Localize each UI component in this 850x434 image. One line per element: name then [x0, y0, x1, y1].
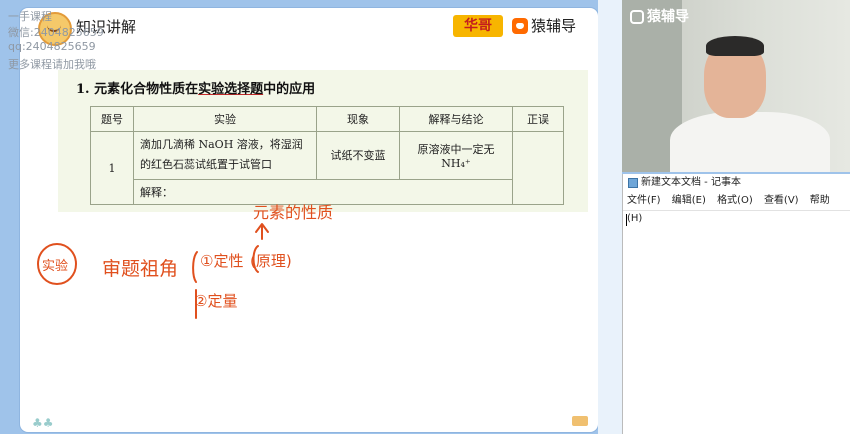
table-header-row: 题号 实验 现象 解释与结论 正误 [90, 106, 564, 132]
yuanfudao-logo-icon [512, 18, 528, 34]
teacher-shirt [670, 112, 830, 172]
pen-tool-icon[interactable] [572, 416, 588, 426]
watermark-line-2: 微信:2404825659 [8, 26, 104, 39]
question-table: 题号 实验 现象 解释与结论 正误 1 滴加几滴稀 NaOH 溶液，将湿润的红色… [90, 106, 564, 206]
row-conclusion: 原溶液中一定无 NH₄⁺ [399, 131, 513, 180]
watermark-line-3: qq:2404825659 [8, 40, 96, 53]
teacher-video: 猿辅导 [622, 0, 850, 172]
question-title-underlined: 实验选择题 [198, 82, 264, 97]
board-bottom-bar: ♣♣ [20, 414, 598, 432]
question-title: 1. 元素化合物性质在实验选择题中的应用 [76, 82, 316, 97]
menu-edit[interactable]: 编辑(E) [672, 195, 706, 206]
notepad-menubar: 文件(F) 编辑(E) 格式(O) 查看(V) 帮助(H) [623, 192, 850, 224]
header-conclusion: 解释与结论 [399, 106, 513, 132]
notepad-text-area[interactable] [623, 211, 850, 434]
panel-gap [598, 0, 622, 434]
row-verdict [512, 131, 564, 205]
notepad-title: 新建文本文档 - 记事本 [641, 177, 741, 188]
header-phenomenon: 现象 [316, 106, 400, 132]
header-verdict: 正误 [512, 106, 564, 132]
teacher-badge: 华哥 [453, 15, 503, 37]
yuanfudao-video-logo-icon [630, 10, 644, 24]
brand-logo: 猿辅导 [512, 15, 576, 37]
brand-name: 猿辅导 [531, 17, 577, 35]
row-num: 1 [90, 131, 134, 205]
notepad-window: 新建文本文档 - 记事本 文件(F) 编辑(E) 格式(O) 查看(V) 帮助(… [622, 174, 850, 434]
video-logo: 猿辅导 [630, 6, 689, 26]
header-experiment: 实验 [133, 106, 317, 132]
menu-view[interactable]: 查看(V) [764, 195, 799, 206]
question-card: 1. 元素化合物性质在实验选择题中的应用 题号 实验 现象 解释与结论 正误 1… [58, 70, 588, 212]
table-explain-row: 解释： [91, 178, 564, 206]
row-phenomenon: 试纸不变蓝 [316, 131, 400, 180]
notepad-icon [628, 178, 638, 188]
notepad-titlebar[interactable]: 新建文本文档 - 记事本 [623, 174, 850, 192]
table-row: 1 滴加几滴稀 NaOH 溶液，将湿润的红色石蕊试纸置于试管口 试纸不变蓝 原溶… [90, 131, 564, 205]
watermark-line-4: 更多课程请加我哦 [8, 58, 96, 71]
menu-format[interactable]: 格式(O) [717, 195, 753, 206]
text-caret [626, 214, 627, 226]
row-explain: 解释： [133, 178, 513, 206]
lesson-board: 知识讲解 华哥 猿辅导 1. 元素化合物性质在实验选择题中的应用 题号 实验 现… [20, 8, 598, 432]
menu-file[interactable]: 文件(F) [627, 195, 661, 206]
watermark-line-1: 一手课程 [8, 10, 52, 23]
tree-decoration-icon: ♣♣ [32, 416, 54, 430]
row-experiment: 滴加几滴稀 NaOH 溶液，将湿润的红色石蕊试纸置于试管口 [133, 131, 317, 180]
header-num: 题号 [90, 106, 134, 132]
board-header: 知识讲解 华哥 猿辅导 [20, 8, 598, 46]
